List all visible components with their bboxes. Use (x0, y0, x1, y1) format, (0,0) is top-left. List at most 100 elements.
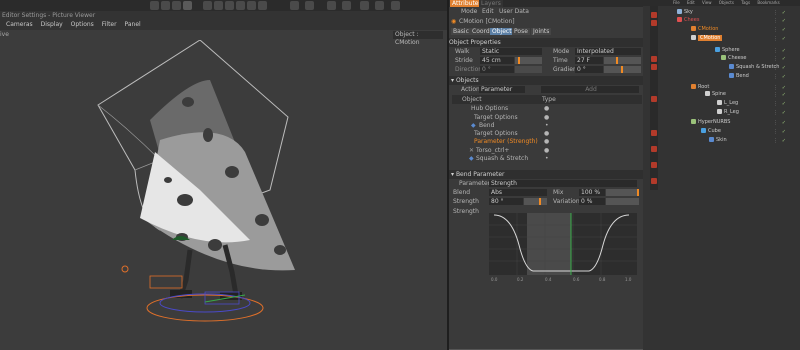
menu-options[interactable]: Options (71, 21, 94, 28)
menu-tags[interactable]: Tags (741, 0, 750, 5)
visibility-dots-icon[interactable]: ⋮ (773, 137, 778, 145)
walk-select[interactable]: Static (480, 48, 542, 55)
tree-item[interactable]: Cheese ⋮ ✓ (643, 54, 800, 62)
foot-ctrl[interactable] (149, 275, 183, 289)
menu-panel[interactable]: Panel (125, 21, 141, 28)
collapse-icon[interactable]: ▾ (451, 77, 454, 84)
tool-icon[interactable] (305, 1, 314, 10)
stride-slider[interactable] (515, 57, 542, 64)
tree-item[interactable]: Sky ⋮ ✓ (643, 8, 800, 16)
list-item-selected[interactable]: Parameter (Strength) ● (449, 137, 643, 146)
tab-basic[interactable]: Basic (451, 28, 471, 35)
gradient-slider[interactable] (604, 66, 641, 73)
tool-icon[interactable] (327, 1, 336, 10)
visibility-dots-icon[interactable]: ⋮ (773, 100, 778, 108)
strength-field[interactable]: 80 ° (489, 198, 523, 205)
tool-icon[interactable] (290, 1, 299, 10)
visibility-dots-icon[interactable]: ⋮ (773, 119, 778, 127)
visibility-dots-icon[interactable]: ⋮ (773, 55, 778, 63)
tool-icon[interactable] (342, 1, 351, 10)
tool-icon[interactable] (360, 1, 369, 10)
layer-button[interactable] (651, 162, 657, 168)
parameter-select[interactable]: Strength (489, 180, 637, 187)
menu-cameras[interactable]: Cameras (6, 21, 33, 28)
direction-field[interactable]: 0 ° (480, 66, 514, 73)
enable-check-icon[interactable]: ✓ (782, 26, 786, 34)
variation-field[interactable]: 0 % (579, 198, 605, 205)
tool-icon[interactable] (161, 1, 170, 10)
gradient-field[interactable]: 0 ° (575, 66, 603, 73)
list-item[interactable]: ◆ Squash & Stretch • (449, 154, 643, 163)
add-button[interactable]: Add (541, 86, 639, 93)
enable-check-icon[interactable]: ✓ (782, 109, 786, 117)
enable-check-icon[interactable]: ✓ (782, 119, 786, 127)
tab-object[interactable]: Object (490, 28, 514, 35)
enable-check-icon[interactable]: ✓ (782, 137, 786, 145)
tree-item[interactable]: R_Leg ⋮ ✓ (643, 108, 800, 116)
tool-icon[interactable] (203, 1, 212, 10)
visibility-dots-icon[interactable]: ⋮ (773, 73, 778, 81)
tree-item[interactable]: Chees ⋮ ✓ (643, 16, 800, 24)
tool-icon[interactable] (258, 1, 267, 10)
menu-bookmarks[interactable]: Bookmarks (757, 0, 779, 5)
visibility-dots-icon[interactable]: ⋮ (773, 64, 778, 72)
viewport[interactable]: Editor Settings - Picture Viewer Cameras… (0, 0, 447, 350)
time-slider[interactable] (604, 57, 641, 64)
tree-item[interactable]: Squash & Stretch ⋮ ✓ (643, 63, 800, 71)
enable-check-icon[interactable]: ✓ (782, 128, 786, 136)
menu-user-data[interactable]: User Data (499, 7, 529, 16)
variation-slider[interactable] (606, 198, 639, 205)
enable-check-icon[interactable]: ✓ (782, 73, 786, 81)
blend-select[interactable]: Abs (489, 189, 547, 196)
direction-slider[interactable] (515, 66, 542, 73)
tree-item[interactable]: HyperNURBS ⋮ ✓ (643, 118, 800, 126)
action-select[interactable]: Parameter (479, 86, 525, 93)
mix-slider[interactable] (606, 189, 639, 196)
menu-filter[interactable]: Filter (102, 21, 117, 28)
tool-icon[interactable] (150, 1, 159, 10)
tool-icon[interactable] (375, 1, 384, 10)
tab-layers[interactable]: Layers (479, 0, 503, 7)
stride-field[interactable]: 45 cm (480, 57, 514, 64)
menu-display[interactable]: Display (41, 21, 63, 28)
visibility-dots-icon[interactable]: ⋮ (773, 35, 778, 43)
mix-field[interactable]: 100 % (579, 189, 605, 196)
visibility-dots-icon[interactable]: ⋮ (773, 128, 778, 136)
enable-check-icon[interactable]: ✓ (782, 100, 786, 108)
tree-item[interactable]: Bend ⋮ ✓ (643, 72, 800, 80)
visibility-dots-icon[interactable]: ⋮ (773, 91, 778, 99)
tool-icon[interactable] (236, 1, 245, 10)
enable-check-icon[interactable]: ✓ (782, 64, 786, 72)
tool-icon[interactable] (247, 1, 256, 10)
collapse-icon[interactable]: ▾ (451, 171, 454, 178)
mode-select[interactable]: Interpolated (575, 48, 641, 55)
visibility-dots-icon[interactable]: ⋮ (773, 109, 778, 117)
enable-check-icon[interactable]: ✓ (782, 91, 786, 99)
tree-item[interactable]: Cube ⋮ ✓ (643, 127, 800, 135)
layer-button[interactable] (651, 178, 657, 184)
enable-check-icon[interactable]: ✓ (782, 17, 786, 25)
enable-check-icon[interactable]: ✓ (782, 55, 786, 63)
tree-item[interactable]: CMotion ⋮ ✓ (643, 25, 800, 33)
tree-item[interactable]: CMotion ⋮ ✓ (643, 34, 800, 42)
menu-file[interactable]: File (673, 0, 680, 5)
menu-mode[interactable]: Mode (461, 7, 477, 16)
tab-pose[interactable]: Pose (512, 28, 530, 35)
light-icon[interactable] (121, 265, 129, 273)
tree-item[interactable]: Skin ⋮ ✓ (643, 136, 800, 144)
menu-edit[interactable]: Edit (687, 0, 695, 5)
tool-icon[interactable] (183, 1, 192, 10)
enable-check-icon[interactable]: ✓ (782, 35, 786, 43)
tree-item[interactable]: L_Leg ⋮ ✓ (643, 99, 800, 107)
tab-joints[interactable]: Joints (531, 28, 552, 35)
tool-icon[interactable] (214, 1, 223, 10)
tool-icon[interactable] (172, 1, 181, 10)
tool-icon[interactable] (391, 1, 400, 10)
tree-item[interactable]: Sphere ⋮ ✓ (643, 46, 800, 54)
tool-icon[interactable] (225, 1, 234, 10)
tree-item[interactable]: Spine ⋮ ✓ (643, 90, 800, 98)
list-item[interactable]: Hub Options ● (449, 104, 643, 113)
strength-slider[interactable] (524, 198, 547, 205)
visibility-dots-icon[interactable]: ⋮ (773, 26, 778, 34)
visibility-dots-icon[interactable]: ⋮ (773, 17, 778, 25)
